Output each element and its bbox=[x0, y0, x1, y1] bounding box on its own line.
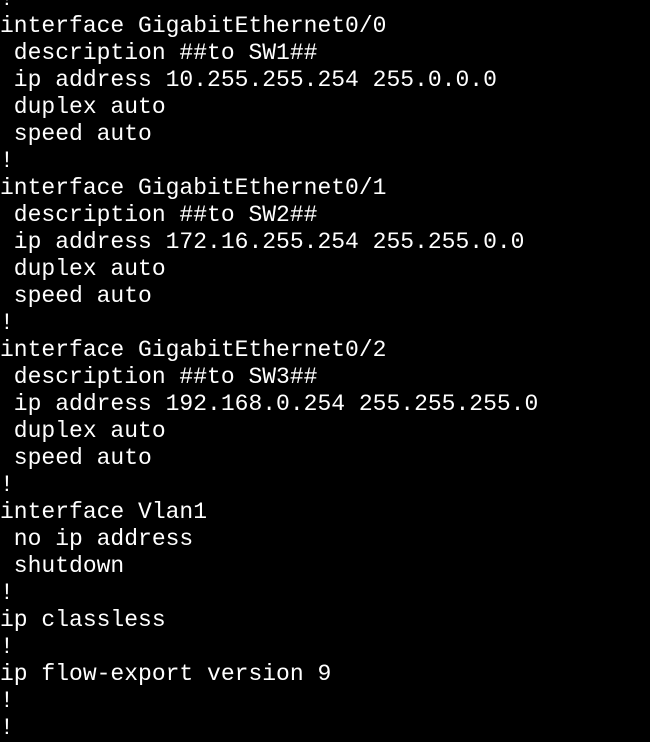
config-line: ! bbox=[0, 310, 14, 336]
config-line: ! bbox=[0, 472, 14, 498]
terminal-output[interactable]: ! interface GigabitEthernet0/0 descripti… bbox=[0, 0, 650, 742]
config-line: speed auto bbox=[0, 283, 152, 309]
config-line: description ##to SW3## bbox=[0, 364, 318, 390]
config-line: interface GigabitEthernet0/0 bbox=[0, 13, 387, 39]
config-line: ! bbox=[0, 715, 14, 741]
config-line: interface Vlan1 bbox=[0, 499, 208, 525]
config-line: duplex auto bbox=[0, 418, 166, 444]
config-line: interface GigabitEthernet0/2 bbox=[0, 337, 387, 363]
config-line: duplex auto bbox=[0, 94, 166, 120]
config-line: ip address 172.16.255.254 255.255.0.0 bbox=[0, 229, 525, 255]
config-line: ip address 192.168.0.254 255.255.255.0 bbox=[0, 391, 539, 417]
config-line: ip classless bbox=[0, 607, 166, 633]
config-line: description ##to SW2## bbox=[0, 202, 318, 228]
config-line: ! bbox=[0, 688, 14, 714]
config-line: ! bbox=[0, 0, 650, 13]
config-line: ip address 10.255.255.254 255.0.0.0 bbox=[0, 67, 497, 93]
config-line: no ip address bbox=[0, 526, 194, 552]
config-line: ! bbox=[0, 148, 14, 174]
config-line: speed auto bbox=[0, 121, 152, 147]
config-line: speed auto bbox=[0, 445, 152, 471]
config-line: ip flow-export version 9 bbox=[0, 661, 332, 687]
config-line: interface GigabitEthernet0/1 bbox=[0, 175, 387, 201]
config-line: ! bbox=[0, 634, 14, 660]
config-line: ! bbox=[0, 580, 14, 606]
config-line: shutdown bbox=[0, 553, 125, 579]
config-line: duplex auto bbox=[0, 256, 166, 282]
config-line: description ##to SW1## bbox=[0, 40, 318, 66]
